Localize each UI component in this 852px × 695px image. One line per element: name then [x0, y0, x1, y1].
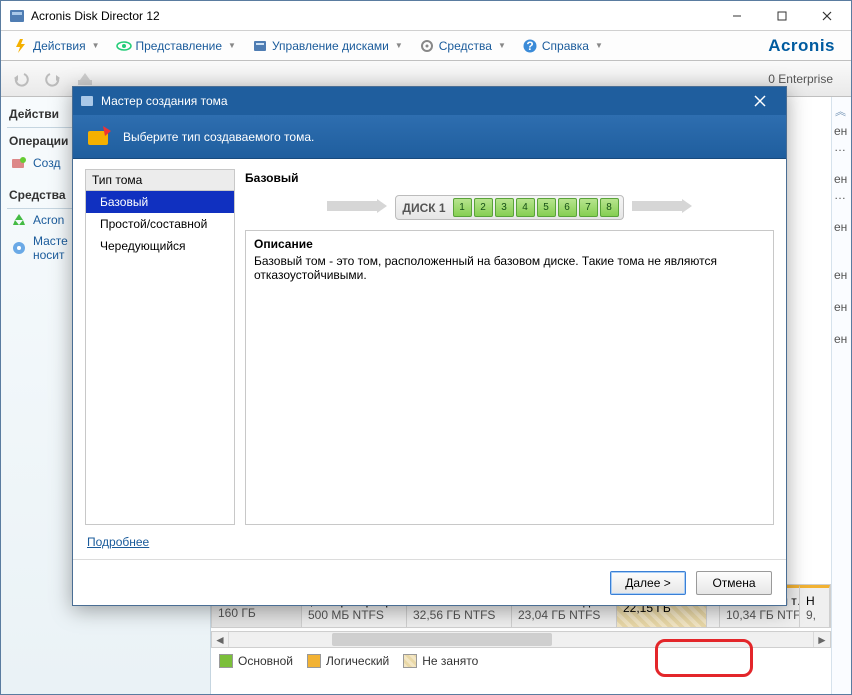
disk-segment: 1 [453, 198, 472, 217]
dialog-title: Мастер создания тома [101, 94, 740, 108]
menu-disk[interactable]: Управление дисками ▼ [246, 34, 409, 58]
swatch-icon [219, 654, 233, 668]
menubar: Действия ▼ Представление ▼ Управление диск… [1, 31, 851, 61]
menu-label: Представление [136, 39, 223, 53]
detail-title: Базовый [245, 169, 774, 191]
scroll-thumb[interactable] [332, 633, 552, 646]
description-text: Базовый том - это том, расположенный на … [254, 254, 765, 282]
disk-icon [252, 38, 268, 54]
disk-segment: 7 [579, 198, 598, 217]
disk-box: ДИСК 1 1 2 3 4 5 6 7 8 [395, 195, 623, 220]
type-striped[interactable]: Чередующийся [86, 235, 234, 257]
disk-diagram: ДИСК 1 1 2 3 4 5 6 7 8 [245, 191, 774, 230]
disk-segment: 3 [495, 198, 514, 217]
chevron-down-icon: ▼ [92, 41, 100, 50]
sidebar-item-label: Созд [33, 156, 60, 170]
banner-text: Выберите тип создаваемого тома. [123, 130, 314, 144]
chevron-down-icon: ▼ [595, 41, 603, 50]
menu-help[interactable]: ? Справка ▼ [516, 34, 609, 58]
legend-free: Не занято [403, 654, 478, 668]
menu-label: Средства [439, 39, 492, 53]
scroll-right-icon[interactable]: ► [813, 632, 830, 647]
menu-view[interactable]: Представление ▼ [110, 34, 242, 58]
arrow-left-icon [327, 199, 387, 216]
disk-segment: 5 [537, 198, 556, 217]
menu-label: Действия [33, 39, 86, 53]
app-icon [9, 8, 25, 24]
legend: Основной Логический Не занято [211, 648, 831, 674]
dialog-body: Тип тома Базовый Простой/составной Черед… [73, 159, 786, 531]
wizard-icon [79, 93, 95, 109]
eye-icon [116, 38, 132, 54]
right-strip-text: ен … ен … ен ен ен ен [834, 123, 849, 347]
wizard-dialog: Мастер создания тома Выберите тип создав… [72, 86, 787, 606]
undo-button[interactable] [9, 67, 33, 91]
bolt-icon [13, 38, 29, 54]
more-link[interactable]: Подробнее [87, 535, 149, 549]
type-panel: Тип тома Базовый Простой/составной Черед… [85, 169, 235, 525]
create-icon [11, 155, 27, 171]
footer-link-area: Подробнее [73, 531, 786, 559]
right-strip: ︽ ен … ен … ен ен ен ен [831, 97, 851, 694]
collapse-icon[interactable]: ︽ [835, 103, 846, 119]
chevron-down-icon: ▼ [395, 41, 403, 50]
legend-logical: Логический [307, 654, 389, 668]
type-simple[interactable]: Простой/составной [86, 213, 234, 235]
disk-segment: 8 [600, 198, 619, 217]
menu-tools[interactable]: Средства ▼ [413, 34, 512, 58]
menu-actions[interactable]: Действия ▼ [7, 34, 106, 58]
chevron-down-icon: ▼ [498, 41, 506, 50]
arrow-right-icon [632, 199, 692, 216]
type-basic[interactable]: Базовый [86, 191, 234, 213]
menu-label: Управление дисками [272, 39, 389, 53]
help-icon: ? [522, 38, 538, 54]
svg-text:?: ? [526, 39, 533, 53]
dialog-close-button[interactable] [740, 87, 780, 115]
window-title: Acronis Disk Director 12 [31, 9, 714, 23]
volume-icon [85, 123, 113, 151]
disk-segment: 4 [516, 198, 535, 217]
disc-icon [11, 240, 27, 256]
scroll-left-icon[interactable]: ◄ [212, 632, 229, 647]
disk-label: ДИСК 1 [399, 201, 451, 215]
minimize-button[interactable] [714, 1, 759, 30]
dialog-titlebar: Мастер создания тома [73, 87, 786, 115]
type-list: Базовый Простой/составной Чередующийся [85, 190, 235, 525]
sidebar-item-label: Масте [33, 234, 68, 248]
cancel-button[interactable]: Отмена [696, 571, 772, 595]
hscroll[interactable]: ◄► [211, 631, 831, 648]
description-title: Описание [254, 237, 765, 254]
chevron-down-icon: ▼ [228, 41, 236, 50]
close-button[interactable] [804, 1, 849, 30]
recycle-icon [11, 212, 27, 228]
gear-icon [419, 38, 435, 54]
enterprise-label: 0 Enterprise [768, 72, 843, 86]
titlebar: Acronis Disk Director 12 [1, 1, 851, 31]
dialog-banner: Выберите тип создаваемого тома. [73, 115, 786, 159]
disk-segment: 6 [558, 198, 577, 217]
volume-h[interactable]: Н9, [800, 585, 830, 627]
legend-primary: Основной [219, 654, 293, 668]
next-button[interactable]: Далее > [610, 571, 686, 595]
sidebar-item-sub: носит [33, 248, 68, 262]
maximize-button[interactable] [759, 1, 804, 30]
description-box: Описание Базовый том - это том, располож… [245, 230, 774, 525]
redo-button[interactable] [41, 67, 65, 91]
swatch-icon [403, 654, 417, 668]
detail-panel: Базовый ДИСК 1 1 2 3 4 5 6 7 8 Описание [245, 169, 774, 525]
dialog-buttons: Далее > Отмена [73, 559, 786, 605]
swatch-icon [307, 654, 321, 668]
type-panel-title: Тип тома [85, 169, 235, 190]
sidebar-item-label: Acron [33, 213, 64, 227]
menu-label: Справка [542, 39, 589, 53]
disk-segment: 2 [474, 198, 493, 217]
brand-logo: Acronis [768, 36, 845, 56]
